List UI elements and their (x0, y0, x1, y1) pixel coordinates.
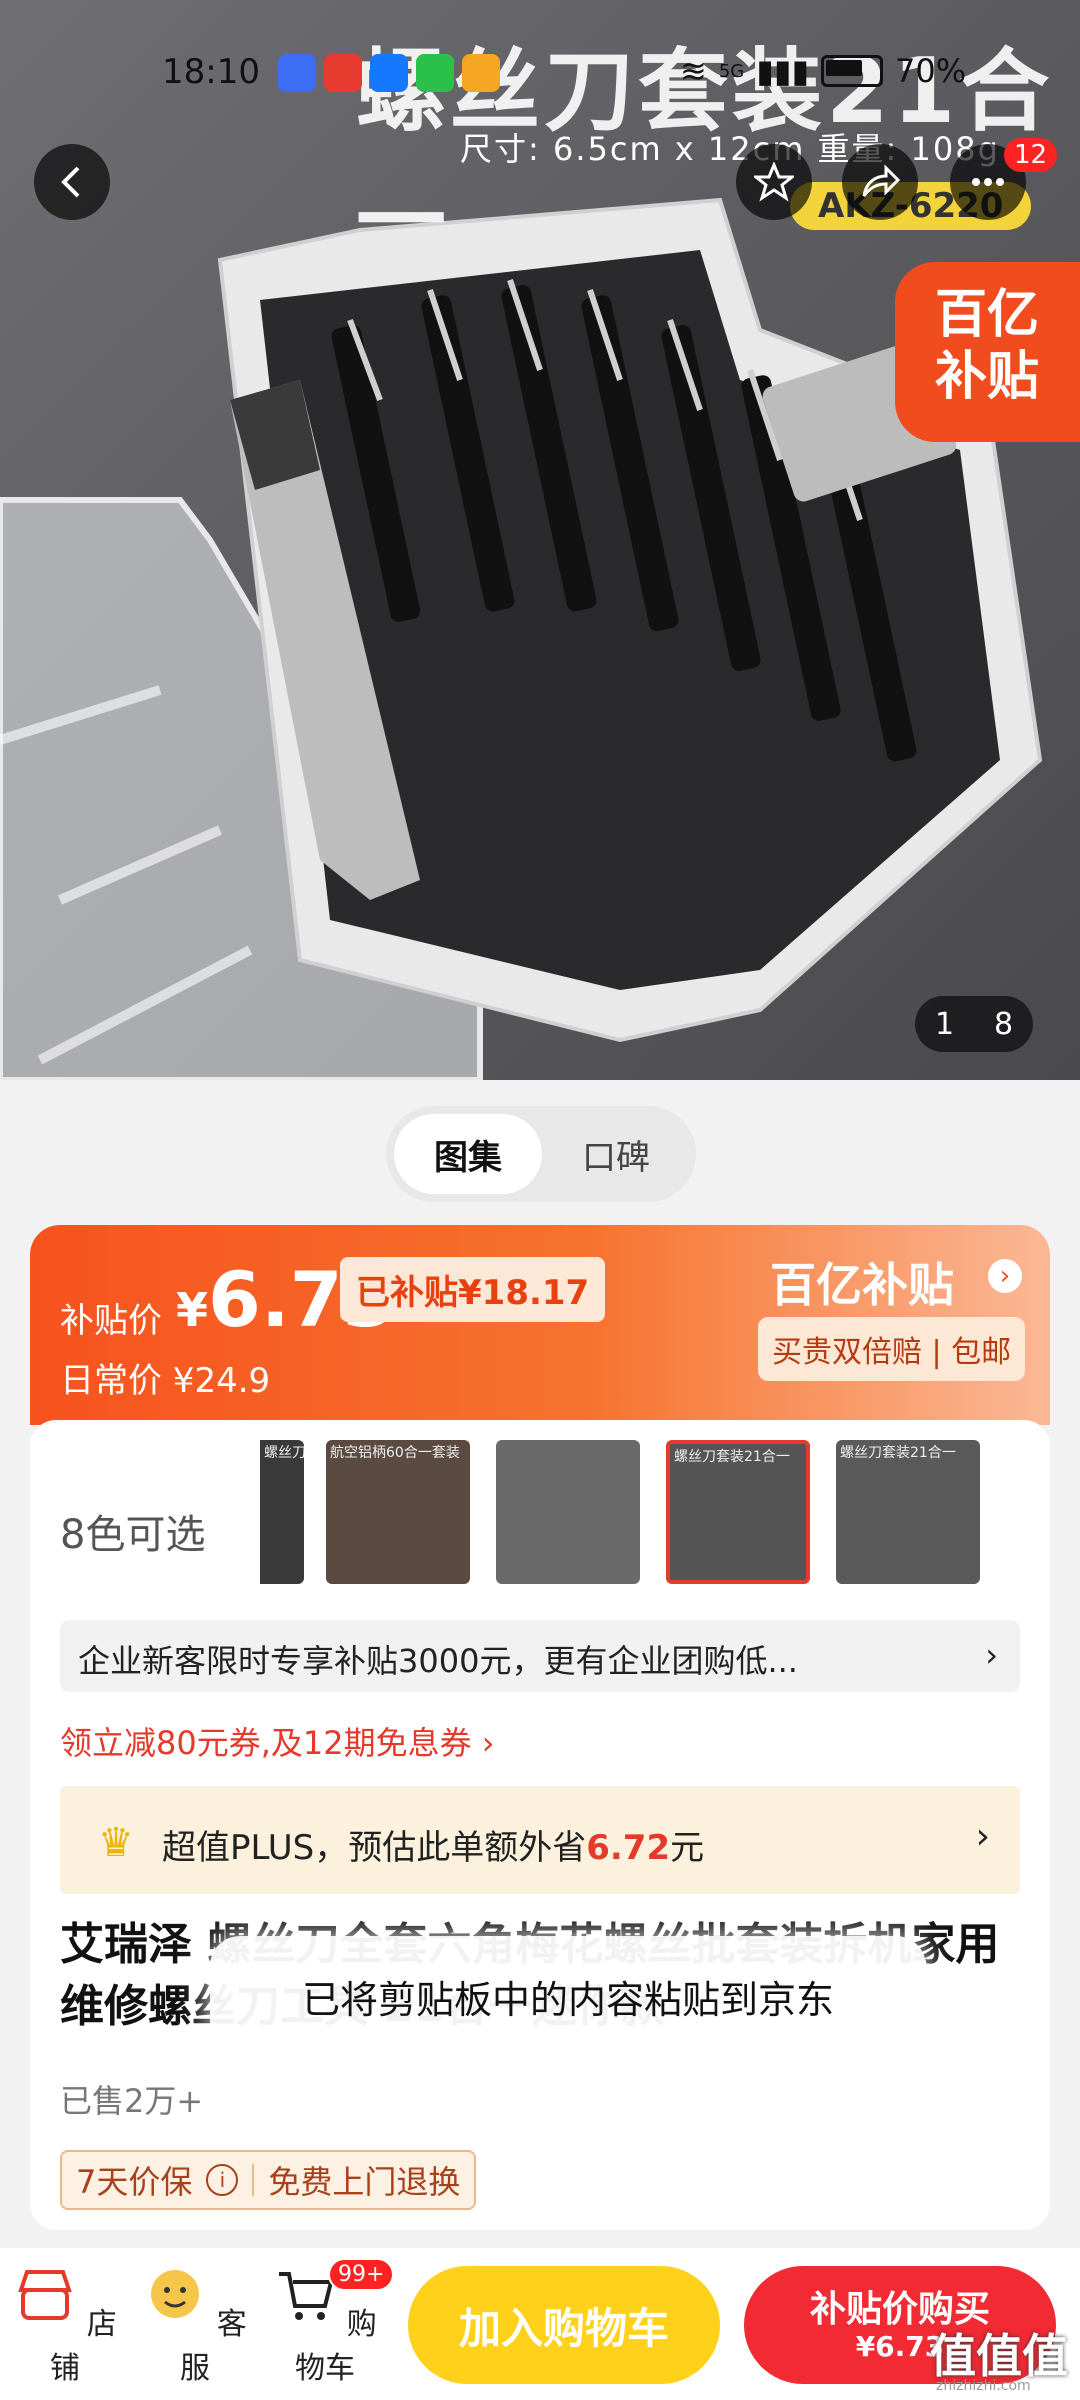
plus-amount: 6.72 (586, 1828, 671, 1868)
signal-icon: ▮▮▮ (756, 52, 810, 90)
clipboard-toast: 已将剪贴板中的内容粘贴到京东 (210, 1936, 926, 2056)
more-badge: 12 (1004, 138, 1058, 172)
network-label: 5G (718, 60, 745, 82)
more-icon (972, 178, 1004, 186)
shop-button[interactable]: 店铺 (10, 2264, 120, 2387)
pager-current: 1 (934, 1006, 955, 1042)
back-button[interactable] (34, 144, 110, 220)
coupon-link[interactable]: 领立减80元券,及12期免息券 › (60, 1718, 495, 1764)
hero-subtitle: 尺寸: 6.5cm x 12cm 重量: 108g (460, 130, 1000, 168)
service-tags[interactable]: 7天价保 i 免费上门退换 (60, 2150, 477, 2210)
variant-count[interactable]: 8色可选 (60, 1502, 205, 1560)
customer-service-button[interactable]: 客服 (140, 2264, 250, 2387)
tab-gallery[interactable]: 图集 (394, 1114, 542, 1194)
star-icon (754, 162, 794, 202)
subsidy-corner-line2: 补贴 (935, 347, 1040, 407)
variant-thumb[interactable]: 航空铝柄60合一套装 (326, 1440, 470, 1584)
subsidy-brand-link[interactable]: 百亿补贴 (770, 1249, 954, 1315)
shop-icon (18, 2270, 72, 2320)
chevron-right-icon[interactable]: › (988, 1259, 1022, 1293)
info-icon[interactable]: i (206, 2164, 239, 2196)
favorite-button[interactable] (736, 144, 812, 220)
daily-price: 日常价 ¥24.9 (60, 1361, 271, 1401)
share-icon (862, 164, 900, 197)
enterprise-promo-text: 企业新客限时专享补贴3000元，更有企业团购低... (78, 1642, 798, 1680)
notification-icons (278, 54, 500, 92)
price-protect-label: 7天价保 (76, 2163, 193, 2201)
status-right: ≋ 5G ▮▮▮ 70% (680, 52, 966, 90)
cart-badge: 99+ (328, 2258, 395, 2291)
share-button[interactable] (842, 144, 918, 220)
price-label: 补贴价 (60, 1301, 162, 1341)
price-banner: 补贴价 ¥ 6.73 已补贴¥18.17 日常价 ¥24.9 百亿补贴 › 买贵… (30, 1225, 1050, 1425)
enterprise-promo[interactable]: 企业新客限时专享补贴3000元，更有企业团购低... › (60, 1620, 1020, 1692)
plus-text: 超值PLUS，预估此单额外省6.72元 (162, 1828, 705, 1868)
crown-icon: ♛ (98, 1820, 134, 1866)
chevron-right-icon: › (975, 1816, 990, 1857)
price-currency: ¥ (176, 1283, 209, 1337)
subsidy-corner-badge: 百亿 补贴 (895, 262, 1080, 442)
app-icon (324, 54, 362, 92)
variant-thumbnails[interactable]: 螺丝刀45合一 航空铝柄60合一套装 螺丝刀套装21合一 螺丝刀套装21合一 (260, 1440, 1030, 1588)
product-info-card: 8色可选 螺丝刀45合一 航空铝柄60合一套装 螺丝刀套装21合一 螺丝刀套装2… (30, 1420, 1050, 2230)
pager-total: 8 (993, 1006, 1014, 1042)
phone-icon (416, 54, 454, 92)
variant-thumb[interactable]: 螺丝刀套装21合一 (836, 1440, 980, 1584)
battery-icon (821, 55, 884, 87)
free-return-label: 免费上门退换 (268, 2163, 461, 2201)
status-bar: 18:10 ≋ 5G ▮▮▮ 70% (0, 40, 1080, 110)
image-pager: 1 8 (915, 996, 1033, 1052)
variant-thumb[interactable] (496, 1440, 640, 1584)
watermark-logo: 值值值 (930, 2329, 1068, 2383)
divider (252, 2164, 255, 2196)
cart-button[interactable]: 99+ 购物车 (270, 2258, 395, 2387)
sold-count: 已售2万+ (60, 2082, 204, 2120)
variant-thumb[interactable]: 螺丝刀45合一 (260, 1440, 304, 1584)
guarantee-tag: 买贵双倍赔 | 包邮 (758, 1317, 1026, 1381)
weibo-icon (462, 54, 500, 92)
media-tabs: 图集 口碑 (386, 1106, 696, 1202)
tab-reviews[interactable]: 口碑 (542, 1114, 690, 1194)
status-time: 18:10 (162, 52, 260, 92)
subsidy-corner-line1: 百亿 (935, 285, 1040, 345)
alipay-icon (370, 54, 408, 92)
back-arrow-icon (61, 166, 80, 198)
chevron-right-icon: › (985, 1636, 998, 1674)
battery-percent: 70% (895, 52, 967, 90)
variant-thumb-selected[interactable]: 螺丝刀套装21合一 (666, 1440, 810, 1584)
watermark-url: zhizhizhi.com (936, 2378, 1031, 2394)
plus-savings[interactable]: ♛ 超值PLUS，预估此单额外省6.72元 › (60, 1786, 1020, 1894)
wifi-icon: ≋ (680, 52, 707, 90)
product-image-gallery[interactable]: 螺丝刀套装21合一 尺寸: 6.5cm x 12cm 重量: 108g AKZ-… (0, 0, 1080, 1080)
baidu-icon (278, 54, 316, 92)
service-icon (151, 2270, 200, 2318)
add-to-cart-button[interactable]: 加入购物车 (408, 2266, 720, 2384)
subsidized-amount: 已补贴¥18.17 (340, 1257, 606, 1322)
bottom-action-bar: 店铺 客服 99+ 购物车 加入购物车 补贴价购买 ¥6.73 (0, 2248, 1080, 2400)
